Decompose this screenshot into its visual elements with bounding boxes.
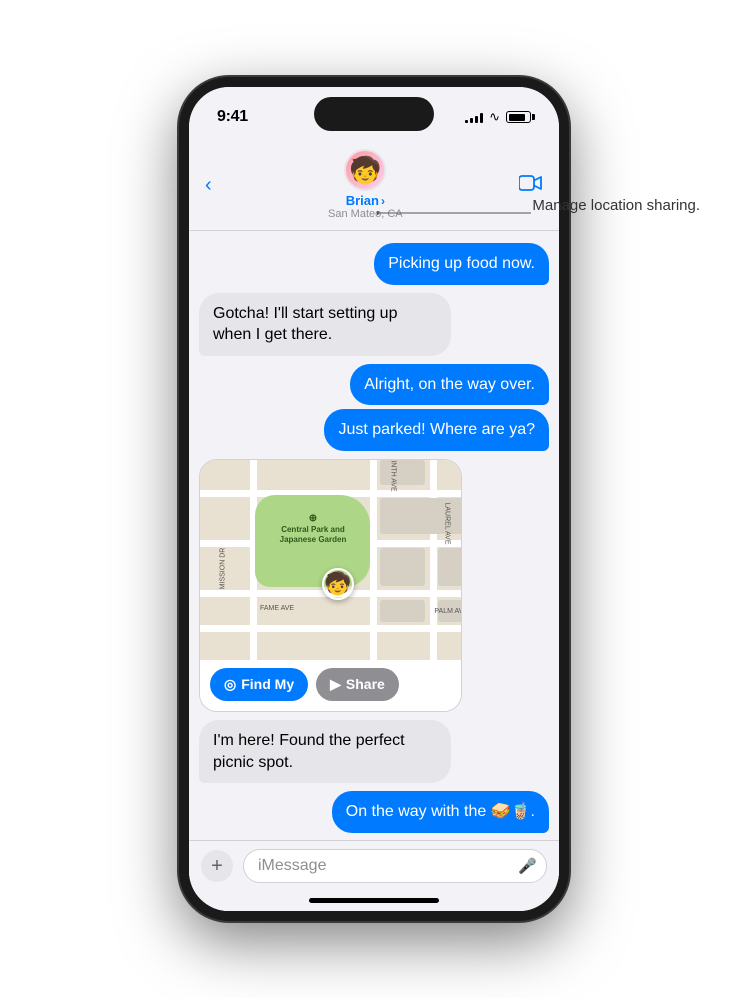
message-bubble: On the way with the 🥪🧋. — [332, 791, 549, 833]
add-icon: + — [211, 855, 223, 878]
road-label-mission: MISSION DR — [219, 548, 226, 590]
find-my-icon: ◎ — [224, 676, 236, 693]
message-bubble: Picking up food now. — [374, 243, 549, 285]
message-row: Alright, on the way over. — [199, 364, 549, 406]
map-buttons: ◎ Find My ▶ Share — [200, 660, 461, 711]
wifi-icon: ∿ — [489, 109, 500, 125]
messages-area: Picking up food now. Gotcha! I'll start … — [189, 231, 559, 840]
find-my-label: Find My — [241, 676, 294, 692]
battery-icon — [506, 111, 531, 123]
status-time: 9:41 — [217, 108, 248, 126]
home-indicator — [309, 898, 439, 903]
add-button[interactable]: + — [201, 850, 233, 882]
mic-icon[interactable]: 🎤 — [518, 857, 537, 875]
message-row: On the way with the 🥪🧋. — [199, 791, 549, 833]
avatar: 🧒 — [344, 149, 386, 191]
video-icon — [519, 174, 543, 192]
share-icon: ▶ — [330, 676, 341, 693]
annotation-container: Manage location sharing. — [532, 195, 700, 216]
message-bubble: Alright, on the way over. — [350, 364, 549, 406]
find-my-button[interactable]: ◎ Find My — [210, 668, 308, 701]
message-row: Picking up food now. — [199, 243, 549, 285]
share-label: Share — [346, 676, 385, 692]
video-call-button[interactable] — [519, 172, 543, 198]
annotation-text: Manage location sharing. — [532, 197, 700, 214]
message-row: Gotcha! I'll start setting up when I get… — [199, 293, 549, 356]
road-label-laurel: LAUREL AVE — [443, 502, 450, 544]
message-bubble: Just parked! Where are ya? — [324, 409, 549, 451]
annotation-arrow — [377, 203, 532, 223]
message-bubble: I'm here! Found the perfect picnic spot. — [199, 720, 451, 783]
map-bubble[interactable]: ⊕Central Park andJapanese Garden MISSION… — [199, 459, 462, 712]
back-button[interactable]: ‹ — [205, 175, 212, 195]
share-button[interactable]: ▶ Share — [316, 668, 399, 701]
message-row: I'm here! Found the perfect picnic spot. — [199, 720, 549, 783]
road-label-fame: FAME AVE — [260, 605, 294, 612]
signal-icon — [465, 111, 483, 123]
message-input[interactable]: iMessage — [243, 849, 547, 883]
map-message-row: ⊕Central Park andJapanese Garden MISSION… — [199, 459, 549, 712]
status-icons: ∿ — [465, 109, 531, 125]
road-label-ninth: NINTH AVE — [390, 460, 397, 492]
back-chevron-icon: ‹ — [205, 175, 212, 195]
park-label: ⊕Central Park andJapanese Garden — [258, 512, 368, 546]
dynamic-island — [314, 97, 434, 131]
map-avatar-pin: 🧒 — [322, 568, 354, 600]
message-input-wrapper: iMessage 🎤 — [243, 849, 547, 883]
message-row: Just parked! Where are ya? — [199, 409, 549, 451]
message-bubble: Gotcha! I'll start setting up when I get… — [199, 293, 451, 356]
map-view: ⊕Central Park andJapanese Garden MISSION… — [200, 460, 462, 660]
input-placeholder: iMessage — [258, 857, 326, 875]
battery-fill — [509, 114, 525, 121]
road-label-palm: PALM AVE — [434, 608, 461, 615]
